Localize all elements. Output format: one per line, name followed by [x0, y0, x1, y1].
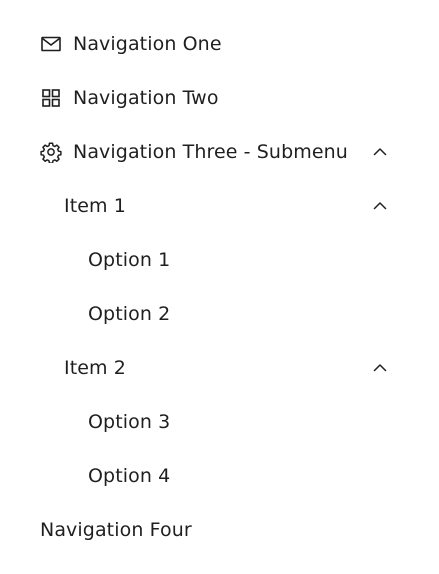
navigation-menu: Navigation One Navigation Two Navigation… — [0, 0, 439, 574]
menu-item-option-2[interactable]: Option 2 — [0, 294, 439, 334]
menu-item-label: Navigation One — [73, 33, 222, 55]
mail-icon — [40, 33, 62, 55]
menu-item-label: Option 3 — [88, 411, 171, 433]
menu-item-label: Option 1 — [88, 249, 171, 271]
chevron-up-icon — [373, 363, 387, 373]
chevron-up-icon — [373, 201, 387, 211]
menu-item-label: Option 2 — [88, 303, 171, 325]
menu-item-option-4[interactable]: Option 4 — [0, 456, 439, 496]
menu-item-option-3[interactable]: Option 3 — [0, 402, 439, 442]
menu-item-navigation-one[interactable]: Navigation One — [0, 24, 439, 64]
menu-item-label: Option 4 — [88, 465, 171, 487]
submenu-navigation-three[interactable]: Navigation Three - Submenu — [0, 132, 439, 172]
menu-item-label: Navigation Four — [40, 519, 192, 541]
chevron-up-icon — [373, 147, 387, 157]
menu-item-label: Navigation Two — [73, 87, 219, 109]
submenu-title: Navigation Three - Submenu — [73, 141, 348, 163]
submenu-item-1[interactable]: Item 1 — [0, 186, 439, 226]
submenu-title: Item 2 — [64, 357, 126, 379]
submenu-item-2[interactable]: Item 2 — [0, 348, 439, 388]
menu-item-option-1[interactable]: Option 1 — [0, 240, 439, 280]
setting-icon — [40, 141, 62, 163]
appstore-icon — [40, 87, 62, 109]
submenu-title: Item 1 — [64, 195, 126, 217]
menu-item-navigation-two[interactable]: Navigation Two — [0, 78, 439, 118]
menu-item-navigation-four[interactable]: Navigation Four — [0, 510, 439, 550]
